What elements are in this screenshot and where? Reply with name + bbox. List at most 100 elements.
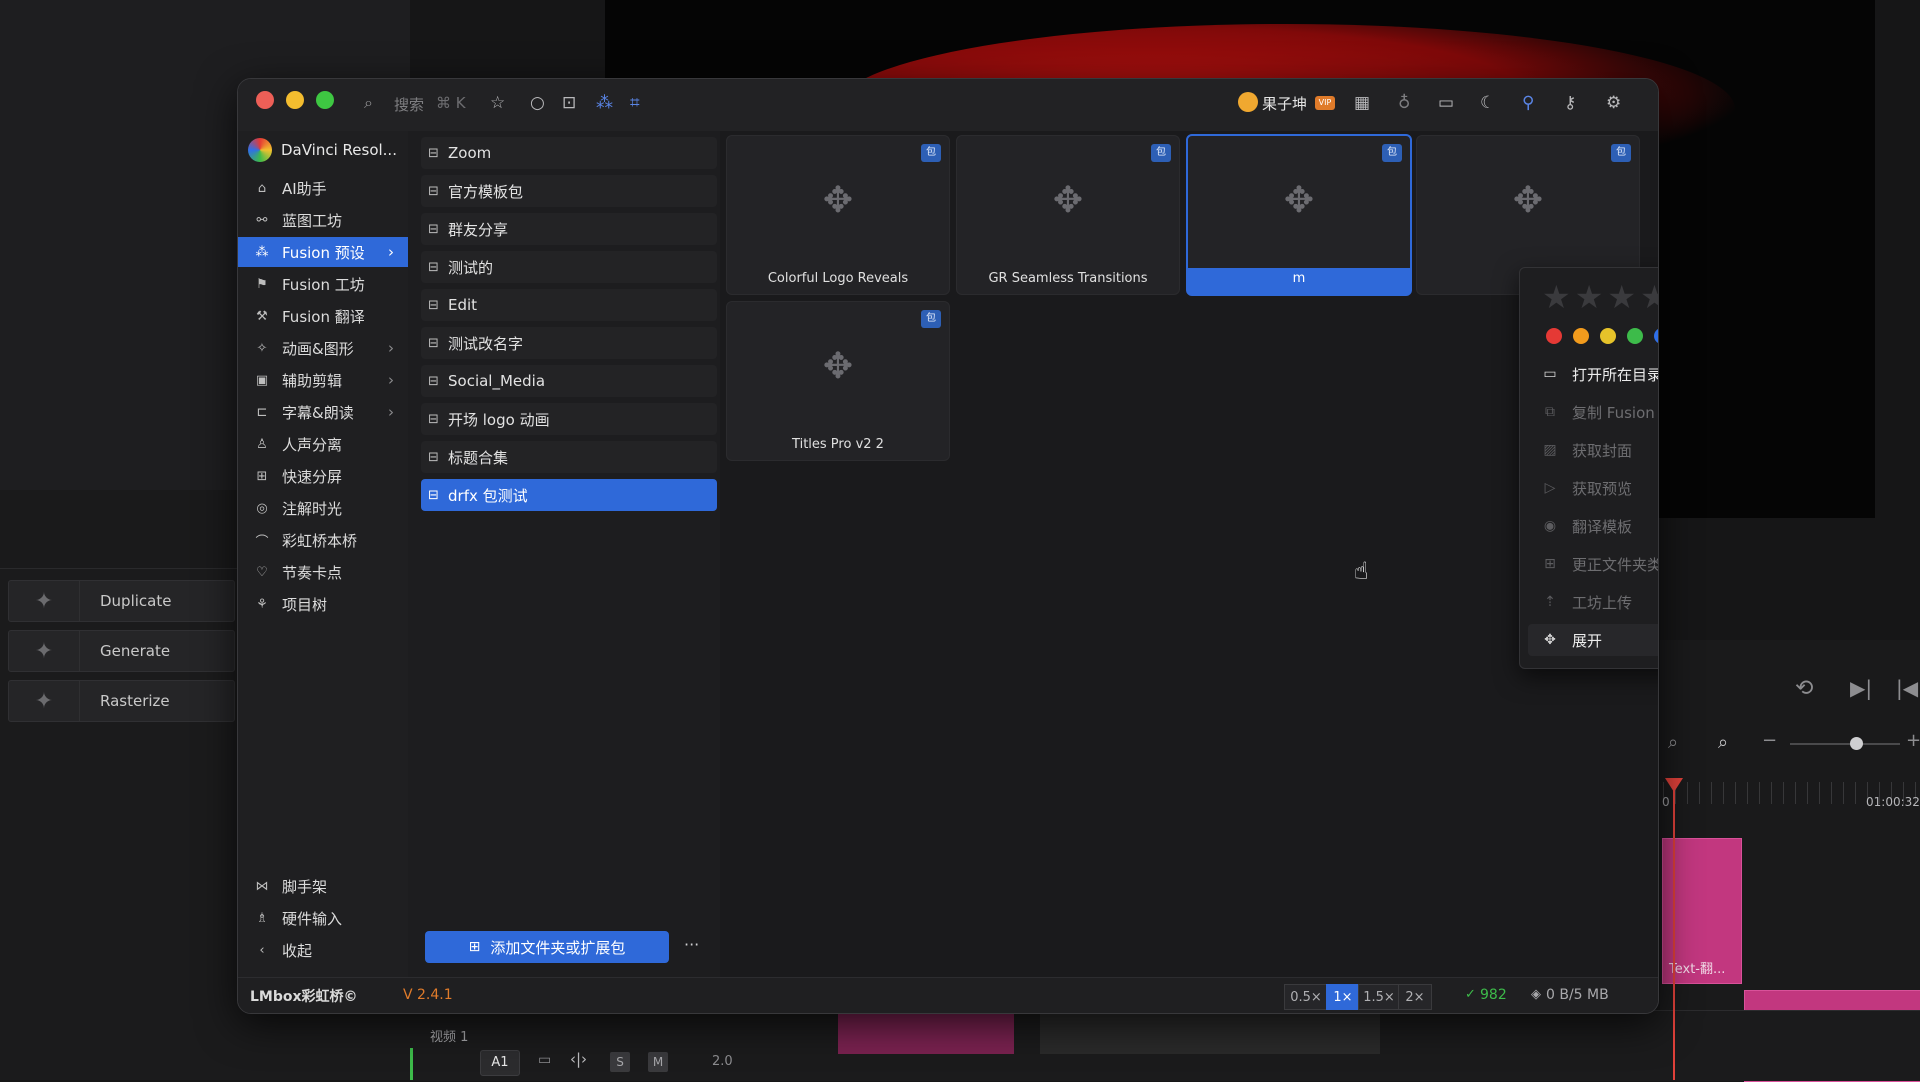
sidebar-item-fusion-workshop[interactable]: ⚑ Fusion 工坊 [238,269,408,299]
playhead[interactable] [1673,782,1675,1080]
trim-icon[interactable]: ‹|› [570,1050,587,1068]
preset-card[interactable]: 包 ✥ Titles Pro v2 2 [726,301,950,461]
folder-item[interactable]: ⊟ 测试的 [421,251,717,283]
fusion-node-icon: ✥ [1052,180,1084,221]
folder-item[interactable]: ⊟ 测试改名字 [421,327,717,359]
sidebar-item-voice[interactable]: ♙ 人声分离 [238,429,408,459]
brand-label: LMbox彩虹桥© [250,989,358,1005]
sidebar-item-assist-edit[interactable]: ▣ 辅助剪辑 › [238,365,408,395]
menu-open-folder[interactable]: ▭ 打开所在目录 [1528,358,1658,390]
sidebar-item-fusion-presets[interactable]: ⁂ Fusion 预设 › [238,237,408,267]
upload-icon: ⇡ [1544,594,1556,610]
preset-card[interactable]: 包 ✥ GR Seamless Transitions [956,135,1180,295]
avatar[interactable] [1238,92,1258,112]
preset-name: GR Seamless Transitions [988,271,1148,286]
fx-item-rasterize[interactable]: ✦ Rasterize [8,680,235,722]
sidebar-item-subtitle[interactable]: ⊏ 字幕&朗读 › [238,397,408,427]
sidebar-item-fusion-translate[interactable]: ⚒ Fusion 翻译 [238,301,408,331]
more-button[interactable]: ··· [684,935,699,954]
user-name[interactable]: 果子坤 [1262,93,1307,114]
sidebar-item-project-tree[interactable]: ⚘ 项目树 [238,589,408,619]
sidebar-item-animation[interactable]: ✧ 动画&图形 › [238,333,408,363]
folder-item[interactable]: ⊟ 群友分享 [421,213,717,245]
speed-0-5x[interactable]: 0.5× [1284,984,1328,1010]
workshop-icon: ⚑ [256,276,268,292]
menu-copy-fusion-code[interactable]: ⧉ 复制 Fusion 代码 [1528,396,1658,428]
star-icon[interactable]: ☆ [490,93,505,113]
color-tag-orange[interactable] [1573,328,1589,344]
search-input[interactable]: 搜索 [394,94,424,115]
preset-card[interactable]: 包 ✥ Colorful Logo Reveals [726,135,950,295]
app-selector[interactable]: DaVinci Resol... [238,135,408,165]
color-tag-blue[interactable] [1654,328,1658,344]
menu-fix-folder-type[interactable]: ⊞ 更正文件夹类型 [1528,548,1658,580]
prev-frame-icon[interactable]: |◀ [1896,676,1918,700]
sidebar-item-split-screen[interactable]: ⊞ 快速分屏 [238,461,408,491]
maximize-button[interactable] [316,91,334,109]
color-tag-yellow[interactable] [1600,328,1616,344]
sidebar-item-collapse[interactable]: ‹ 收起 [238,935,408,965]
calendar-icon[interactable]: ▦ [1354,93,1370,113]
settings-icon[interactable]: ⚙ [1606,93,1621,113]
sidebar-item-annotation[interactable]: ◎ 注解时光 [238,493,408,523]
chat-icon[interactable]: ▭ [1438,93,1454,113]
fusion-icon[interactable]: ⁂ [596,93,613,113]
fx-label: Generate [100,642,171,660]
folder-item[interactable]: ⊟ 标题合集 [421,441,717,473]
video-clip[interactable] [1040,1014,1380,1054]
zoom-icon[interactable]: ⌕ [1718,732,1728,753]
next-frame-icon[interactable]: ▶| [1850,676,1872,700]
sidebar-item-beat[interactable]: ♡ 节奏卡点 [238,557,408,587]
menu-translate-template[interactable]: ◉ 翻译模板 [1528,510,1658,542]
sidebar-item-blueprint[interactable]: ⚯ 蓝图工坊 [238,205,408,235]
menu-expand[interactable]: ✥ 展开 [1528,624,1658,656]
folder-label: 标题合集 [448,448,509,467]
minimize-button[interactable] [286,91,304,109]
folder-item[interactable]: ⊟ 开场 logo 动画 [421,403,717,435]
menu-get-cover[interactable]: ▨ 获取封面 [1528,434,1658,466]
search-icon[interactable]: ⌕ [364,93,373,113]
close-button[interactable] [256,91,274,109]
account-box-icon[interactable]: ⊡ [562,93,576,113]
mute-button[interactable]: M [648,1052,668,1072]
add-folder-button[interactable]: ⊞ 添加文件夹或扩展包 [425,931,669,963]
sidebar-item-label: 项目树 [282,595,328,614]
scan-icon[interactable]: ⌗ [630,93,640,113]
bulb-icon[interactable]: ♁ [1398,93,1410,113]
zoom-slider-track[interactable] [1790,743,1900,745]
color-tag-green[interactable] [1627,328,1643,344]
sidebar-item-scaffold[interactable]: ⋈ 脚手架 [238,871,408,901]
folder-item-selected[interactable]: ⊟ drfx 包测试 [421,479,717,511]
zoom-in-icon[interactable]: + [1906,730,1920,751]
preset-card-selected[interactable]: 包 ✥ m [1186,134,1412,296]
speed-1x[interactable]: 1× [1326,984,1360,1010]
rating-stars[interactable]: ★★★★★ [1542,278,1658,316]
zoom-out-icon[interactable]: − [1762,730,1777,751]
sidebar-item-hardware[interactable]: ♗ 硬件输入 [238,903,408,933]
menu-get-preview[interactable]: ▷ 获取预览 [1528,472,1658,504]
loop-icon[interactable]: ⟲ [1795,676,1813,701]
solo-button[interactable]: S [610,1052,630,1072]
sidebar-item-ai[interactable]: ⌂ AI助手 [238,173,408,203]
sidebar-item-rainbow[interactable]: ⌒ 彩虹桥本桥 [238,525,408,555]
lock-icon[interactable]: ▭ [538,1052,551,1068]
zoom-slider-handle[interactable] [1850,737,1863,750]
folder-item[interactable]: ⊟ Social_Media [421,365,717,397]
color-tag-red[interactable] [1546,328,1562,344]
key-icon[interactable]: ⚷ [1564,93,1576,113]
folder-item[interactable]: ⊟ Edit [421,289,717,321]
circle-icon[interactable]: ○ [530,93,545,113]
fx-item-duplicate[interactable]: ✦ Duplicate [8,580,235,622]
timeline-clip[interactable] [838,1014,1014,1054]
fusion-icon: ⁂ [255,244,269,260]
menu-workshop-upload[interactable]: ⇡ 工坊上传 [1528,586,1658,618]
speed-1-5x[interactable]: 1.5× [1358,984,1400,1010]
zoom-fit-icon[interactable]: ⌕ [1668,732,1678,753]
audio-track-label[interactable]: A1 [480,1050,520,1076]
speed-2x[interactable]: 2× [1398,984,1432,1010]
pin-icon[interactable]: ⚲ [1522,93,1534,113]
moon-icon[interactable]: ☾ [1480,93,1495,113]
folder-item[interactable]: ⊟ Zoom [421,137,717,169]
fx-item-generate[interactable]: ✦ Generate [8,630,235,672]
folder-item[interactable]: ⊟ 官方模板包 [421,175,717,207]
